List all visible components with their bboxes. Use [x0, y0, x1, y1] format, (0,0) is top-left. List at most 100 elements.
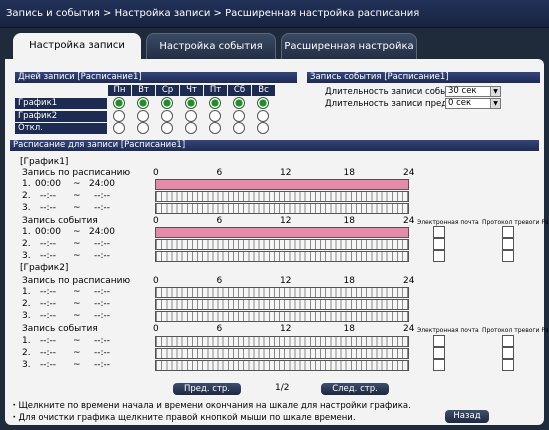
- g1-event-end-0[interactable]: 24:00: [85, 227, 119, 238]
- g2-schedule-label: Запись по расписанию: [22, 276, 131, 286]
- note-2: ・Для очистки графика щелкните правой кно…: [10, 413, 356, 423]
- g1-event-start-2[interactable]: --:--: [33, 251, 63, 262]
- day-header-0: Пн: [108, 85, 131, 96]
- radio-1-6[interactable]: [257, 110, 269, 122]
- g2-schedule-end-0[interactable]: --:--: [85, 287, 119, 298]
- g1-event-num-0: 1.: [22, 227, 31, 237]
- g1-schedule-end-1[interactable]: --:--: [85, 191, 119, 202]
- g2-event-tick-2: 12: [280, 324, 292, 334]
- g1-schedule-timeline-2[interactable]: [155, 203, 409, 214]
- g1-schedule-label: Запись по расписанию: [22, 168, 131, 178]
- radio-1-4[interactable]: [209, 110, 221, 122]
- radio-0-0[interactable]: [113, 97, 125, 109]
- g1-event-end-2[interactable]: --:--: [85, 251, 119, 262]
- g2-event-alarm-checkbox-0[interactable]: [502, 335, 514, 347]
- g1-event-email-checkbox-2[interactable]: [433, 250, 445, 262]
- g2-event-start-0[interactable]: --:--: [33, 336, 63, 347]
- g2-event-timeline-1[interactable]: [155, 348, 409, 359]
- radio-0-5[interactable]: [233, 97, 245, 109]
- radio-1-3[interactable]: [185, 110, 197, 122]
- g1-event-label: Запись события: [22, 216, 98, 226]
- g2-schedule-end-1[interactable]: --:--: [85, 299, 119, 310]
- g1-event-start-0[interactable]: 00:00: [33, 227, 63, 238]
- g1-event-alarm-checkbox-1[interactable]: [502, 238, 514, 250]
- g1-schedule-start-2[interactable]: --:--: [33, 203, 63, 214]
- g1-event-tick-4: 24: [403, 216, 415, 226]
- g2-event-alarm-checkbox-2[interactable]: [502, 359, 514, 371]
- g1-event-email-checkbox-0[interactable]: [433, 226, 445, 238]
- radio-2-5[interactable]: [233, 122, 245, 134]
- g2-event-end-2[interactable]: --:--: [85, 360, 119, 371]
- g1-event-tick-2: 12: [280, 216, 292, 226]
- page-indicator: 1/2: [275, 383, 290, 393]
- radio-1-1[interactable]: [137, 110, 149, 122]
- event-duration-select[interactable]: 30 сек ▼: [445, 86, 501, 97]
- radio-0-1[interactable]: [137, 97, 149, 109]
- radio-2-3[interactable]: [185, 122, 197, 134]
- g1-schedule-end-0[interactable]: 24:00: [85, 179, 119, 190]
- g1-event-timeline-1[interactable]: [155, 239, 409, 250]
- radio-0-2[interactable]: [161, 97, 173, 109]
- g1-event-email-checkbox-1[interactable]: [433, 238, 445, 250]
- g1-schedule-tick-3: 18: [343, 168, 355, 178]
- g1-alarm-label: Протокол тревоги Panasonic: [482, 219, 549, 226]
- g2-event-start-1[interactable]: --:--: [33, 348, 63, 359]
- tab-advanced-settings[interactable]: Расширенная настройка: [281, 33, 417, 59]
- g2-schedule-timeline-2[interactable]: [155, 311, 409, 322]
- g2-event-dash-0: ~: [73, 336, 81, 346]
- radio-1-5[interactable]: [233, 110, 245, 122]
- radio-0-3[interactable]: [185, 97, 197, 109]
- g2-title: [График2]: [20, 263, 69, 273]
- g1-schedule-timeline-0[interactable]: [155, 179, 409, 190]
- g2-schedule-timeline-0[interactable]: [155, 287, 409, 298]
- g1-title: [График1]: [20, 157, 69, 167]
- g2-event-dash-1: ~: [73, 348, 81, 358]
- g1-schedule-tick-2: 12: [280, 168, 292, 178]
- g1-schedule-start-0[interactable]: 00:00: [33, 179, 63, 190]
- g2-event-tick-4: 24: [403, 324, 415, 334]
- g2-event-dash-2: ~: [73, 360, 81, 370]
- radio-0-6[interactable]: [257, 97, 269, 109]
- g2-event-num-0: 1.: [22, 336, 31, 346]
- radio-2-4[interactable]: [209, 122, 221, 134]
- radio-2-6[interactable]: [257, 122, 269, 134]
- radio-2-0[interactable]: [113, 122, 125, 134]
- g2-schedule-timeline-1[interactable]: [155, 299, 409, 310]
- g1-event-timeline-2[interactable]: [155, 251, 409, 262]
- radio-2-1[interactable]: [137, 122, 149, 134]
- g2-event-email-checkbox-2[interactable]: [433, 359, 445, 371]
- g1-schedule-timeline-1[interactable]: [155, 191, 409, 202]
- g2-event-end-0[interactable]: --:--: [85, 336, 119, 347]
- g1-event-timeline-0[interactable]: [155, 227, 409, 238]
- tab-recording-settings[interactable]: Настройка записи: [13, 33, 141, 61]
- g2-schedule-start-1[interactable]: --:--: [33, 299, 63, 310]
- radio-2-2[interactable]: [161, 122, 173, 134]
- radio-0-4[interactable]: [209, 97, 221, 109]
- radio-1-2[interactable]: [161, 110, 173, 122]
- g1-schedule-start-1[interactable]: --:--: [33, 191, 63, 202]
- back-button[interactable]: Назад: [445, 410, 489, 423]
- breadcrumb: Запись и события > Настройка записи > Ра…: [6, 8, 420, 19]
- g1-schedule-end-2[interactable]: --:--: [85, 203, 119, 214]
- g2-event-timeline-2[interactable]: [155, 360, 409, 371]
- g2-event-start-2[interactable]: --:--: [33, 360, 63, 371]
- g1-schedule-num-2: 3.: [22, 203, 31, 213]
- pre-event-duration-select[interactable]: 0 сек ▼: [445, 98, 501, 109]
- g2-schedule-start-2[interactable]: --:--: [33, 311, 63, 322]
- g2-event-end-1[interactable]: --:--: [85, 348, 119, 359]
- g2-event-email-checkbox-0[interactable]: [433, 335, 445, 347]
- g2-event-timeline-0[interactable]: [155, 336, 409, 347]
- radio-1-0[interactable]: [113, 110, 125, 122]
- g1-event-alarm-checkbox-2[interactable]: [502, 250, 514, 262]
- chevron-down-icon: ▼: [490, 87, 500, 96]
- g2-event-email-checkbox-1[interactable]: [433, 347, 445, 359]
- g1-event-start-1[interactable]: --:--: [33, 239, 63, 250]
- g2-schedule-end-2[interactable]: --:--: [85, 311, 119, 322]
- g2-schedule-start-0[interactable]: --:--: [33, 287, 63, 298]
- prev-page-button[interactable]: Пред. стр.: [173, 383, 241, 395]
- g1-event-alarm-checkbox-0[interactable]: [502, 226, 514, 238]
- g2-event-alarm-checkbox-1[interactable]: [502, 347, 514, 359]
- g1-event-end-1[interactable]: --:--: [85, 239, 119, 250]
- tab-event-settings[interactable]: Настройка события: [146, 33, 276, 59]
- next-page-button[interactable]: След. стр.: [321, 383, 389, 395]
